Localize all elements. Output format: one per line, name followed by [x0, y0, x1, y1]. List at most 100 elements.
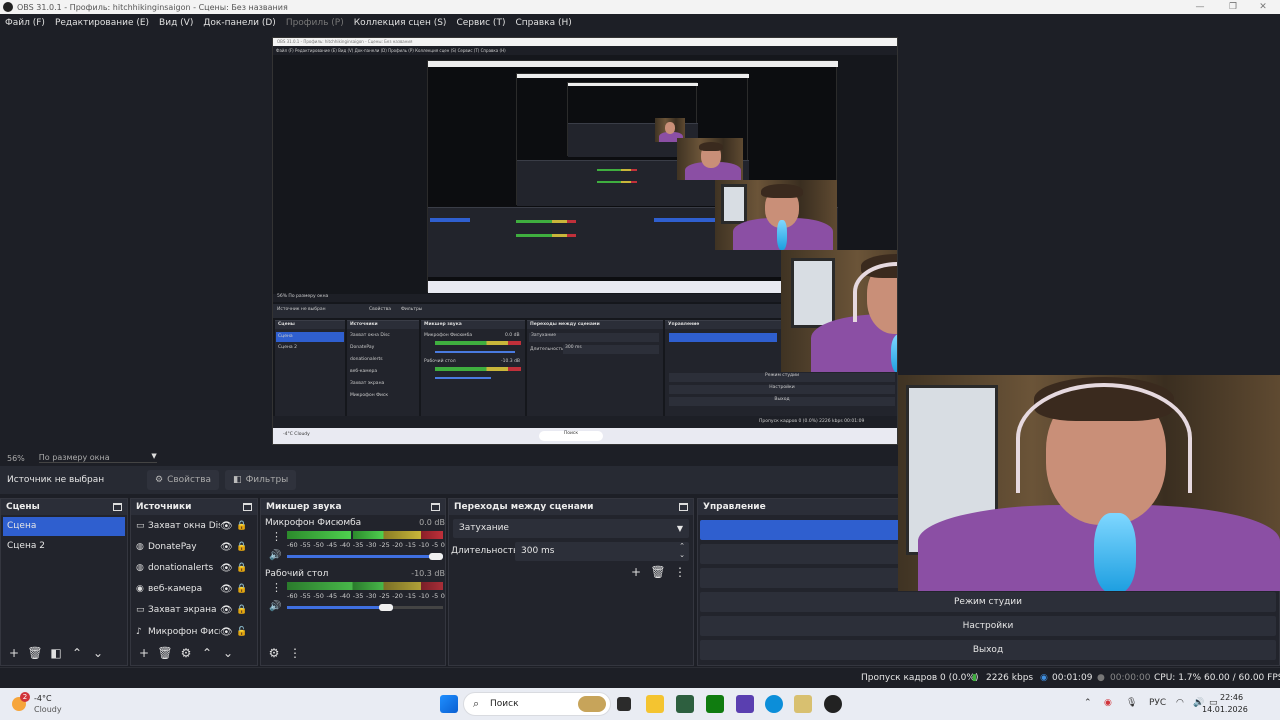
clock-date[interactable]: 14.01.2026: [1202, 705, 1248, 714]
start-windows-icon[interactable]: [440, 695, 458, 713]
undock-icon[interactable]: [679, 503, 688, 511]
minimize-button[interactable]: —: [1183, 0, 1217, 14]
webcam-thumb-level1: [781, 250, 897, 372]
settings-button[interactable]: Настройки: [700, 616, 1276, 636]
volume-fader[interactable]: [287, 555, 443, 558]
undock-icon[interactable]: [113, 503, 122, 511]
remove-source-button[interactable]: 🗑: [156, 644, 174, 662]
undock-icon[interactable]: [431, 503, 440, 511]
task-view-icon[interactable]: [617, 697, 631, 711]
file-explorer-icon[interactable]: [646, 695, 664, 713]
exit-button[interactable]: Выход: [700, 640, 1276, 660]
source-item[interactable]: ◍ DonatePay 👁 🔒: [133, 538, 255, 557]
source-item[interactable]: ♪ Микрофон Фиск 👁 🔓: [133, 623, 255, 642]
scene-filters-button[interactable]: ◧: [47, 644, 65, 662]
source-item[interactable]: ◍ donationalerts 👁 🔒: [133, 559, 255, 578]
clock-time[interactable]: 22:46: [1220, 693, 1243, 702]
studio-mode-button[interactable]: Режим студии: [700, 592, 1276, 612]
move-down-button[interactable]: ⌄: [219, 644, 237, 662]
source-properties-button[interactable]: ⚙: [177, 644, 195, 662]
visibility-eye-icon[interactable]: 👁: [220, 601, 233, 620]
menu-view[interactable]: Вид (V): [159, 18, 193, 28]
transition-menu-button[interactable]: ⋮: [671, 563, 689, 581]
nested-preview-level2: [427, 60, 838, 293]
visibility-eye-icon[interactable]: 👁: [220, 559, 233, 578]
move-up-button[interactable]: ⌃: [198, 644, 216, 662]
edge-browser-icon[interactable]: [765, 695, 783, 713]
app-icon[interactable]: [736, 695, 754, 713]
remove-transition-button[interactable]: 🗑: [649, 563, 667, 581]
volume-fader-handle[interactable]: [379, 604, 393, 611]
lock-icon[interactable]: 🔒: [236, 517, 247, 536]
display-capture-icon: ▭: [136, 605, 145, 615]
sources-dock-header: Источники: [131, 499, 257, 515]
language-indicator[interactable]: РУС: [1149, 698, 1166, 708]
close-button[interactable]: ✕: [1246, 0, 1280, 14]
scene-item[interactable]: Сцена: [3, 517, 125, 536]
transition-select[interactable]: Затухание ▼: [453, 519, 689, 538]
speaker-icon[interactable]: 🔊: [269, 601, 281, 612]
weather-temp[interactable]: -4°C: [34, 694, 52, 703]
kebab-menu-icon: ⋮: [674, 565, 686, 579]
add-source-button[interactable]: +: [135, 644, 153, 662]
speaker-icon[interactable]: 🔊: [269, 550, 281, 561]
add-transition-button[interactable]: +: [627, 563, 645, 581]
source-item[interactable]: ▭ Захват окна Disc 👁 🔒: [133, 517, 255, 536]
app-icon[interactable]: [676, 695, 694, 713]
mixer-menu-button[interactable]: ⋮: [286, 644, 304, 662]
obs-logo-icon: [3, 2, 13, 12]
scene-item[interactable]: Сцена 2: [3, 537, 125, 556]
trash-icon: 🗑: [27, 646, 43, 660]
move-down-button[interactable]: ⌄: [89, 644, 107, 662]
chevron-down-icon: ▼: [676, 524, 683, 533]
move-up-button[interactable]: ⌃: [68, 644, 86, 662]
microphone-icon[interactable]: 🎙: [1126, 698, 1137, 708]
volume-fader[interactable]: [287, 606, 393, 609]
filters-button[interactable]: ◧ Фильтры: [225, 470, 297, 490]
lock-icon[interactable]: 🔒: [236, 559, 247, 578]
advanced-audio-button[interactable]: ⚙: [265, 644, 283, 662]
app-icon[interactable]: [794, 695, 812, 713]
lock-icon[interactable]: 🔒: [236, 538, 247, 557]
add-scene-button[interactable]: +: [5, 644, 23, 662]
spinner-arrows-icon[interactable]: ⌃ ⌄: [679, 542, 685, 560]
properties-button[interactable]: ⚙ Свойства: [147, 470, 220, 490]
undock-icon[interactable]: [243, 503, 252, 511]
wifi-icon[interactable]: ◠: [1176, 698, 1184, 708]
menu-scene-collection[interactable]: Коллекция сцен (S): [354, 18, 447, 28]
source-item[interactable]: ▭ Захват экрана 👁 🔒: [133, 601, 255, 620]
stream-icon: ◉: [1040, 673, 1048, 683]
visibility-eye-icon[interactable]: 👁: [220, 538, 233, 557]
kebab-menu-icon[interactable]: ⋮: [271, 530, 282, 543]
xbox-icon[interactable]: [706, 695, 724, 713]
nested-filters: Фильтры: [401, 307, 423, 312]
kebab-menu-icon[interactable]: ⋮: [271, 581, 282, 594]
weather-desc[interactable]: Cloudy: [34, 705, 62, 714]
menu-help[interactable]: Справка (H): [515, 18, 571, 28]
visibility-eye-icon[interactable]: 👁: [220, 623, 233, 642]
unlock-icon[interactable]: 🔓: [236, 623, 247, 642]
obs-app-icon[interactable]: [824, 695, 842, 713]
lock-icon[interactable]: 🔒: [236, 580, 247, 599]
cpu-usage: CPU: 1.7%: [1154, 673, 1202, 683]
scale-mode-select[interactable]: По размеру окна ▼: [38, 452, 157, 463]
menu-docks[interactable]: Док-панели (D): [203, 18, 275, 28]
menu-tools[interactable]: Сервис (T): [456, 18, 505, 28]
visibility-eye-icon[interactable]: 👁: [220, 517, 233, 536]
camera-icon: ◉: [136, 584, 144, 594]
duration-spinbox[interactable]: 300 ms ⌃ ⌄: [515, 542, 689, 561]
sources-toolbar: + 🗑 ⚙ ⌃ ⌄: [131, 641, 257, 665]
filter-icon: ◧: [233, 475, 242, 485]
lock-icon[interactable]: 🔒: [236, 601, 247, 620]
tray-app-icon[interactable]: ◉: [1104, 698, 1112, 708]
remove-scene-button[interactable]: 🗑: [26, 644, 44, 662]
maximize-button[interactable]: ❐: [1216, 0, 1250, 14]
volume-fader-handle[interactable]: [429, 553, 443, 560]
menu-bar: Файл (F) Редактирование (E) Вид (V) Док-…: [0, 14, 1280, 32]
menu-file[interactable]: Файл (F): [5, 18, 45, 28]
chevron-up-icon[interactable]: ⌃: [1084, 698, 1092, 708]
source-item[interactable]: ◉ веб-камера 👁 🔒: [133, 580, 255, 599]
menu-edit[interactable]: Редактирование (E): [55, 18, 149, 28]
mixer-toolbar: ⚙ ⋮: [261, 641, 445, 665]
visibility-eye-icon[interactable]: 👁: [220, 580, 233, 599]
